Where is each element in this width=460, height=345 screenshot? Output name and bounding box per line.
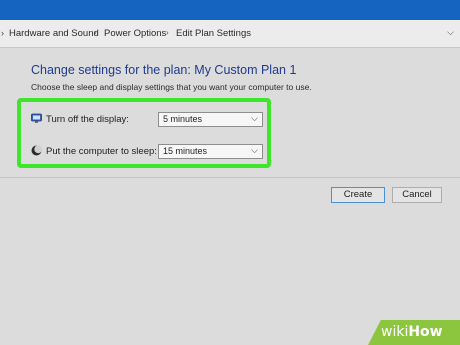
breadcrumb: › Hardware and Sound › Power Options › E… xyxy=(0,20,460,48)
display-timeout-value: 5 minutes xyxy=(163,114,203,124)
sleep-timeout-select[interactable]: 15 minutes ⌵ xyxy=(158,144,263,159)
section-divider xyxy=(0,177,460,178)
breadcrumb-edit-plan-settings[interactable]: Edit Plan Settings xyxy=(176,28,251,39)
chevron-down-icon[interactable]: ⌵ xyxy=(447,27,454,38)
create-button[interactable]: Create xyxy=(331,187,385,203)
watermark-suffix: How xyxy=(408,324,443,340)
display-timeout-select[interactable]: 5 minutes ⌵ xyxy=(158,112,263,127)
display-timeout-label: Turn off the display: xyxy=(46,114,129,125)
window-title-bar xyxy=(0,0,460,20)
page-title: Change settings for the plan: My Custom … xyxy=(31,63,297,77)
chevron-down-icon: ⌵ xyxy=(251,145,258,155)
cancel-button[interactable]: Cancel xyxy=(392,187,442,203)
monitor-icon xyxy=(31,113,42,123)
chevron-down-icon: ⌵ xyxy=(251,113,258,123)
watermark-prefix: wiki xyxy=(381,324,409,340)
chevron-right-icon[interactable]: › xyxy=(1,28,4,38)
breadcrumb-hardware-and-sound[interactable]: Hardware and Sound xyxy=(9,28,99,39)
moon-icon xyxy=(31,145,42,156)
breadcrumb-power-options[interactable]: Power Options xyxy=(104,28,166,39)
content-area xyxy=(0,48,460,345)
wikihow-watermark: wikiHow xyxy=(381,324,443,340)
sleep-timeout-label: Put the computer to sleep: xyxy=(46,146,157,157)
page-description: Choose the sleep and display settings th… xyxy=(31,82,312,92)
sleep-timeout-value: 15 minutes xyxy=(163,146,208,156)
chevron-right-icon[interactable]: › xyxy=(94,28,97,37)
chevron-right-icon[interactable]: › xyxy=(166,28,169,37)
